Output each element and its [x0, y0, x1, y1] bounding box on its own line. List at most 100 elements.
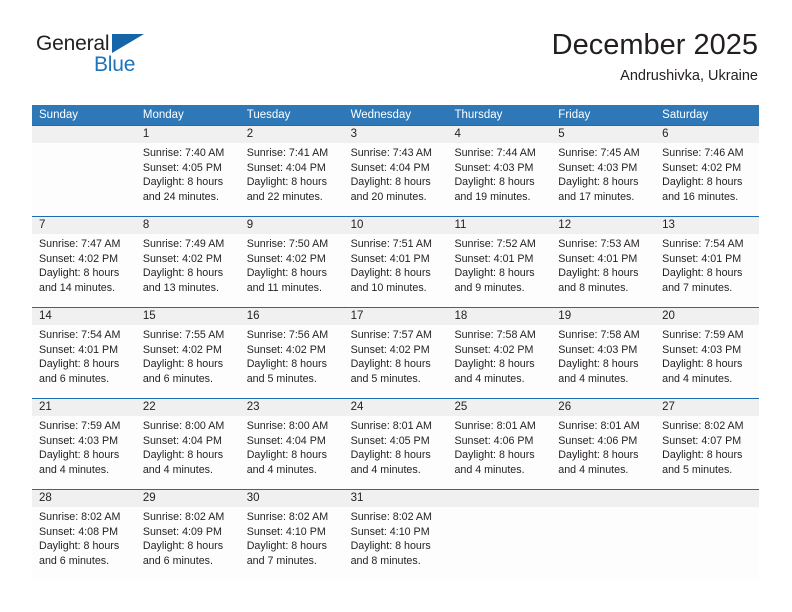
general-blue-logo[interactable]: General Blue	[36, 32, 226, 88]
sunrise-text: Sunrise: 7:58 AM	[558, 329, 640, 341]
daylight-text-line1: Daylight: 8 hours	[142, 540, 224, 553]
weekday-header-sunday: Sunday	[39, 109, 79, 121]
sunrise-text: Sunrise: 7:59 AM	[39, 420, 121, 432]
daylight-text-line1: Daylight: 8 hours	[662, 176, 743, 189]
daylight-text-line1: Daylight: 8 hours	[350, 176, 431, 189]
day-number: 6	[662, 128, 669, 140]
sunrise-text: Sunrise: 8:02 AM	[662, 420, 744, 432]
day-cell[interactable]: Sunrise: 7:58 AM Sunset: 4:02 PM Dayligh…	[447, 325, 551, 398]
daylight-text-line1: Daylight: 8 hours	[39, 267, 120, 280]
day-number: 4	[454, 128, 461, 140]
sunset-text: Sunset: 4:04 PM	[142, 434, 222, 447]
sunset-text: Sunset: 4:01 PM	[662, 252, 742, 265]
daylight-text-line2: and 6 minutes.	[142, 554, 213, 567]
daylight-text-line2: and 4 minutes.	[142, 463, 213, 476]
day-cell[interactable]: Sunrise: 7:45 AM Sunset: 4:03 PM Dayligh…	[551, 143, 655, 216]
day-number: 16	[246, 310, 260, 322]
daylight-text-line1: Daylight: 8 hours	[246, 267, 327, 280]
day-number: 24	[350, 401, 364, 413]
location-subtitle: Andrushivka, Ukraine	[620, 68, 758, 84]
week-row: 7 8 9 10 11 12 13 Sunrise: 7:47 AM Sunse…	[32, 216, 759, 307]
title-block: December 2025 Andrushivka, Ukraine	[552, 28, 758, 87]
day-cell[interactable]: Sunrise: 7:40 AM Sunset: 4:05 PM Dayligh…	[136, 143, 240, 216]
daylight-text-line2: and 7 minutes.	[662, 281, 733, 294]
daylight-text-line2: and 20 minutes.	[350, 190, 427, 203]
sunrise-text: Sunrise: 7:43 AM	[350, 147, 432, 159]
week-info-row: Sunrise: 7:40 AM Sunset: 4:05 PM Dayligh…	[32, 143, 759, 216]
week-daynumber-row: 28 29 30 31	[32, 490, 759, 507]
day-cell[interactable]: Sunrise: 7:57 AM Sunset: 4:02 PM Dayligh…	[344, 325, 448, 398]
day-cell[interactable]: Sunrise: 7:59 AM Sunset: 4:03 PM Dayligh…	[655, 325, 759, 398]
sunrise-text: Sunrise: 7:50 AM	[246, 238, 329, 250]
day-cell[interactable]: Sunrise: 7:43 AM Sunset: 4:04 PM Dayligh…	[344, 143, 448, 216]
day-number	[447, 490, 551, 507]
day-cell[interactable]: Sunrise: 8:01 AM Sunset: 4:05 PM Dayligh…	[344, 416, 448, 489]
day-number: 15	[142, 310, 156, 322]
sunrise-text: Sunrise: 7:45 AM	[558, 147, 640, 159]
sunrise-text: Sunrise: 7:54 AM	[39, 329, 121, 341]
day-cell[interactable]	[447, 507, 551, 580]
day-cell[interactable]: Sunrise: 7:51 AM Sunset: 4:01 PM Dayligh…	[344, 234, 448, 307]
day-cell[interactable]: Sunrise: 8:00 AM Sunset: 4:04 PM Dayligh…	[136, 416, 240, 489]
day-cell[interactable]: Sunrise: 7:47 AM Sunset: 4:02 PM Dayligh…	[32, 234, 136, 307]
sunset-text: Sunset: 4:02 PM	[39, 252, 119, 265]
sunset-text: Sunset: 4:02 PM	[246, 252, 326, 265]
sunset-text: Sunset: 4:03 PM	[454, 161, 534, 174]
day-cell[interactable]: Sunrise: 7:41 AM Sunset: 4:04 PM Dayligh…	[240, 143, 344, 216]
day-cell[interactable]: Sunrise: 7:53 AM Sunset: 4:01 PM Dayligh…	[551, 234, 655, 307]
week-info-row: Sunrise: 8:02 AM Sunset: 4:08 PM Dayligh…	[32, 507, 759, 580]
day-cell[interactable]	[551, 507, 655, 580]
day-cell[interactable]	[32, 143, 136, 216]
day-cell[interactable]: Sunrise: 8:01 AM Sunset: 4:06 PM Dayligh…	[551, 416, 655, 489]
daylight-text-line2: and 11 minutes.	[246, 281, 322, 294]
day-number: 23	[246, 401, 260, 413]
day-cell[interactable]: Sunrise: 7:44 AM Sunset: 4:03 PM Dayligh…	[447, 143, 551, 216]
day-cell[interactable]: Sunrise: 7:52 AM Sunset: 4:01 PM Dayligh…	[447, 234, 551, 307]
day-cell[interactable]: Sunrise: 7:46 AM Sunset: 4:02 PM Dayligh…	[655, 143, 759, 216]
daylight-text-line2: and 4 minutes.	[454, 463, 525, 476]
day-number: 11	[454, 219, 467, 231]
day-cell[interactable]: Sunrise: 7:59 AM Sunset: 4:03 PM Dayligh…	[32, 416, 136, 489]
daylight-text-line2: and 10 minutes.	[350, 281, 427, 294]
day-cell[interactable]	[655, 507, 759, 580]
day-cell[interactable]: Sunrise: 7:58 AM Sunset: 4:03 PM Dayligh…	[551, 325, 655, 398]
sunset-text: Sunset: 4:02 PM	[246, 343, 326, 356]
daylight-text-line1: Daylight: 8 hours	[142, 267, 224, 280]
day-cell[interactable]: Sunrise: 8:01 AM Sunset: 4:06 PM Dayligh…	[447, 416, 551, 489]
sunrise-text: Sunrise: 8:02 AM	[246, 511, 329, 523]
day-cell[interactable]: Sunrise: 8:02 AM Sunset: 4:10 PM Dayligh…	[344, 507, 448, 580]
sunset-text: Sunset: 4:06 PM	[558, 434, 638, 447]
day-number: 30	[246, 492, 260, 504]
day-cell[interactable]: Sunrise: 7:54 AM Sunset: 4:01 PM Dayligh…	[655, 234, 759, 307]
daylight-text-line1: Daylight: 8 hours	[246, 449, 327, 462]
daylight-text-line1: Daylight: 8 hours	[39, 540, 120, 553]
day-cell[interactable]: Sunrise: 7:49 AM Sunset: 4:02 PM Dayligh…	[136, 234, 240, 307]
day-number: 3	[350, 128, 357, 140]
sunset-text: Sunset: 4:01 PM	[39, 343, 119, 356]
day-number: 19	[558, 310, 572, 322]
daylight-text-line2: and 4 minutes.	[662, 372, 733, 385]
day-cell[interactable]: Sunrise: 7:55 AM Sunset: 4:02 PM Dayligh…	[136, 325, 240, 398]
week-row: 1 2 3 4 5 6 Sunrise: 7:40 AM Sunset: 4:0…	[32, 125, 759, 216]
daylight-text-line1: Daylight: 8 hours	[39, 358, 120, 371]
sunrise-text: Sunrise: 8:00 AM	[142, 420, 225, 432]
day-cell[interactable]: Sunrise: 8:02 AM Sunset: 4:07 PM Dayligh…	[655, 416, 759, 489]
daylight-text-line1: Daylight: 8 hours	[558, 176, 639, 189]
day-cell[interactable]: Sunrise: 7:50 AM Sunset: 4:02 PM Dayligh…	[240, 234, 344, 307]
sunset-text: Sunset: 4:08 PM	[39, 525, 119, 538]
day-number: 5	[558, 128, 565, 140]
daylight-text-line1: Daylight: 8 hours	[350, 540, 431, 553]
day-cell[interactable]: Sunrise: 8:00 AM Sunset: 4:04 PM Dayligh…	[240, 416, 344, 489]
day-cell[interactable]: Sunrise: 8:02 AM Sunset: 4:10 PM Dayligh…	[240, 507, 344, 580]
day-cell[interactable]: Sunrise: 7:54 AM Sunset: 4:01 PM Dayligh…	[32, 325, 136, 398]
day-cell[interactable]: Sunrise: 8:02 AM Sunset: 4:09 PM Dayligh…	[136, 507, 240, 580]
day-cell[interactable]: Sunrise: 7:56 AM Sunset: 4:02 PM Dayligh…	[240, 325, 344, 398]
day-number: 26	[558, 401, 572, 413]
weekday-header-tuesday: Tuesday	[246, 109, 291, 121]
sunrise-text: Sunrise: 7:58 AM	[454, 329, 536, 341]
sunrise-text: Sunrise: 7:44 AM	[454, 147, 536, 159]
daylight-text-line2: and 17 minutes.	[558, 190, 635, 203]
weekday-header-monday: Monday	[142, 109, 184, 121]
day-cell[interactable]: Sunrise: 8:02 AM Sunset: 4:08 PM Dayligh…	[32, 507, 136, 580]
daylight-text-line2: and 5 minutes.	[662, 463, 733, 476]
